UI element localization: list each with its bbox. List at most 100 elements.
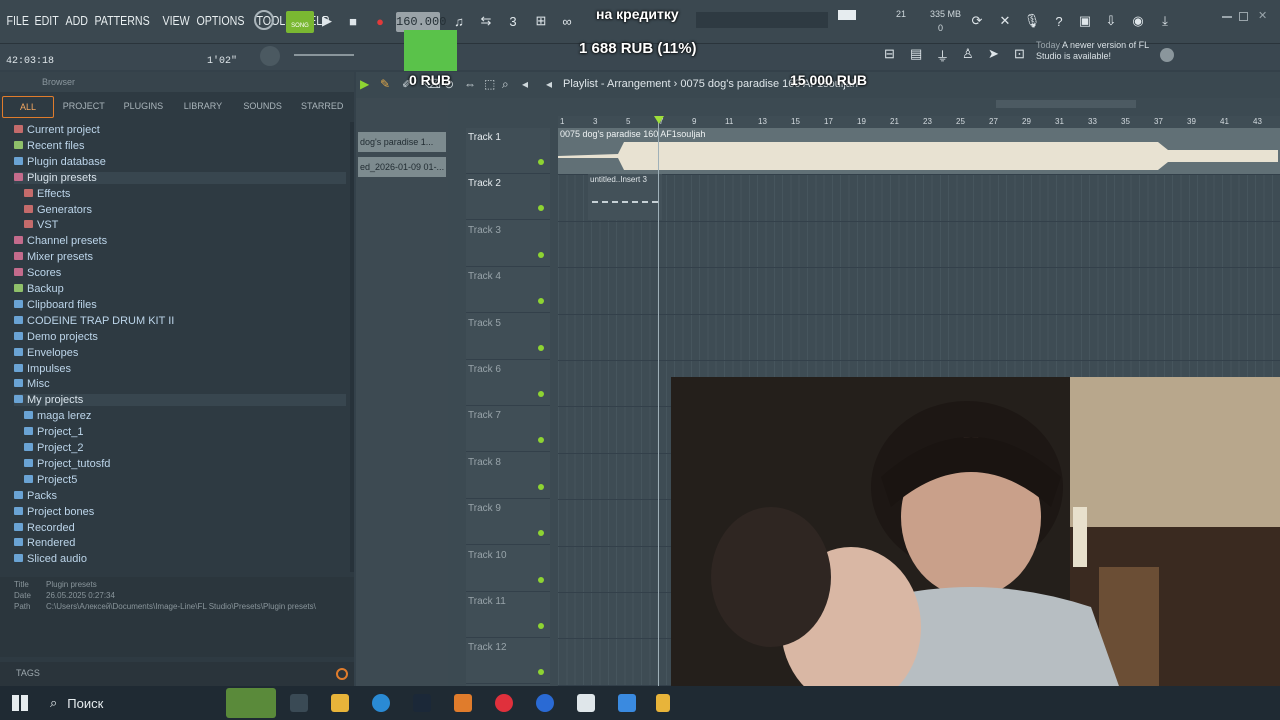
help-icon[interactable]: ? [1048,10,1070,32]
pattern-item[interactable]: ed_2026-01-09 01-... [358,157,446,177]
capcut-icon[interactable] [577,694,595,712]
track-mute-led[interactable] [538,576,544,583]
browser-tab-starred[interactable]: STARRED [292,96,352,118]
loop-record-icon[interactable]: ∞ [556,10,578,32]
menu-options[interactable]: OPTIONS [194,13,247,28]
track-mute-led[interactable] [538,298,544,305]
track-header[interactable]: Track 7 [466,406,550,453]
task-view-icon[interactable] [290,694,308,712]
track-header[interactable]: Track 12 [466,638,550,685]
tags-bar[interactable]: TAGS [0,662,354,686]
download-icon[interactable]: ⤓ [1154,10,1176,32]
browser-tab-project[interactable]: PROJECT [54,96,114,118]
arrange-arrow-icon[interactable]: ◂ [546,77,552,91]
edge-icon[interactable] [372,694,390,712]
track-mute-led[interactable] [538,530,544,537]
menu-file[interactable]: FILE [4,13,31,28]
browser-item[interactable]: CODEINE TRAP DRUM KIT II [14,315,346,327]
stop-button[interactable]: ■ [342,10,364,32]
track-mute-led[interactable] [538,623,544,629]
render-icon[interactable]: ⇩ [1100,10,1122,32]
snap-icon[interactable]: ▶ [360,77,369,91]
news-panel[interactable]: Today A newer version of FL Studio is av… [1036,40,1176,70]
play-button[interactable]: ▶ [316,10,338,32]
menu-edit[interactable]: EDIT [32,13,61,28]
browser-tab-sounds[interactable]: SOUNDS [233,96,293,118]
windows-start-icon[interactable] [12,695,28,711]
app-icon[interactable] [656,694,670,712]
browser-item[interactable]: Project5 [24,474,346,486]
browser-item[interactable]: Scores [14,267,346,279]
browser-item[interactable]: Sliced audio [14,553,346,565]
track-header[interactable]: Track 5 [466,314,550,360]
record-button[interactable]: ● [369,10,391,32]
browser-item[interactable]: VST [24,219,346,231]
save-icon[interactable]: ▣ [1074,10,1096,32]
pitch-slider[interactable] [294,54,354,56]
master-volume-slider[interactable] [696,12,828,28]
playback-icon[interactable]: ◂ [522,77,528,91]
menu-patterns[interactable]: PATTERNS [92,13,152,28]
menu-add[interactable]: ADD [63,13,90,28]
reset-icon[interactable]: ⟳ [966,10,988,32]
browser-item[interactable]: Demo projects [14,331,346,343]
browser-scrollbar[interactable] [350,122,354,572]
track-mute-led[interactable] [538,159,544,165]
browser-item[interactable]: Packs [14,490,346,502]
browser-item[interactable]: Recent files [14,140,346,152]
slip-icon[interactable]: ⇔ [464,77,476,91]
plugin-icon[interactable]: ⏚ [936,46,956,66]
pattern-icon[interactable]: ⊟ [884,46,904,66]
track-mute-led[interactable] [538,391,544,397]
horizontal-scrollbar[interactable] [996,100,1136,108]
browser-item[interactable]: Current project [14,124,346,136]
track-mute-led[interactable] [538,669,544,676]
track-mute-led[interactable] [538,437,544,444]
track-header[interactable]: Track 2 [466,174,550,221]
mixer-icon[interactable]: ♙ [962,46,982,66]
close-icon[interactable]: ✕ [1258,9,1267,22]
track-mute-led[interactable] [538,344,544,351]
steam-icon[interactable] [413,694,431,712]
countdown-icon[interactable]: 3 [502,10,524,32]
pattern-item[interactable]: dog's paradise 1... [358,132,446,152]
pattern-clip-track2[interactable]: untitled..Insert 3 [588,174,662,220]
browser-item[interactable]: maga lerez [24,410,346,422]
browser-item[interactable]: Project_1 [24,426,346,438]
file-explorer-icon[interactable] [331,694,349,712]
track-header[interactable]: Track 8 [466,453,550,499]
song-position-marker[interactable] [654,116,664,124]
timeline-ruler[interactable]: 1 3 5 7 9 11 13 15 17 19 21 23 25 27 29 31 33 35 37 39 41 43 [558,116,1280,128]
browser-item[interactable]: Channel presets [14,235,346,247]
tools-icon[interactable]: ✕ [994,10,1016,32]
select-icon[interactable]: ⬚ [484,77,495,91]
browser-item[interactable]: Effects [24,188,346,200]
browser-tab-plugins[interactable]: PLUGINS [114,96,174,118]
browser-item[interactable]: Project_tutosfd [24,458,346,470]
playlist-icon[interactable]: ▤ [910,46,930,66]
search-highlight-icon[interactable] [226,688,276,718]
minimize-icon[interactable] [1222,16,1232,18]
browser-item[interactable]: Plugin presets [14,171,346,184]
track-header[interactable]: Track 10 [466,546,550,592]
metronome-icon[interactable]: ♫ [448,10,470,32]
browser-tab-all[interactable]: ALL [2,96,54,118]
track-header[interactable]: Track 1 [466,128,550,174]
yandex-icon[interactable] [495,694,513,712]
taskbar-search[interactable]: ⌕ Поиск [42,686,222,720]
master-knob[interactable] [260,46,280,66]
browser-item[interactable]: Rendered [14,537,346,549]
track-mute-led[interactable] [538,205,544,212]
browser-item[interactable]: Project_2 [24,442,346,454]
browser-item[interactable]: Recorded [14,522,346,534]
track-header[interactable]: Track 11 [466,592,550,638]
vk-icon[interactable] [536,694,554,712]
track-header[interactable]: Track 6 [466,360,550,406]
track-header[interactable]: Track 4 [466,267,550,314]
tempo-display[interactable]: 160.000 [396,12,446,32]
chat-icon[interactable]: ◉ [1127,10,1149,32]
browser-item[interactable]: Misc [14,378,346,390]
browser-item[interactable]: Impulses [14,363,346,375]
fl-studio-icon[interactable] [454,694,472,712]
menu-view[interactable]: VIEW [160,13,192,28]
